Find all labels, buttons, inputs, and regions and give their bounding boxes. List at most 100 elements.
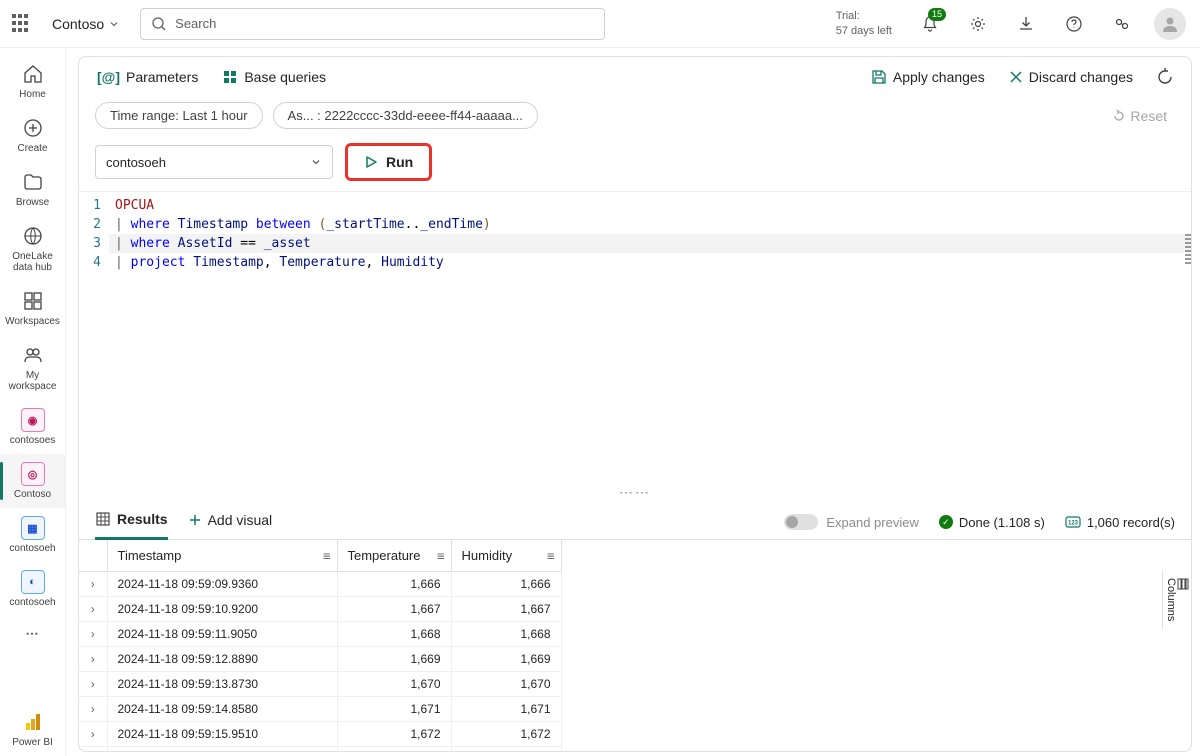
time-range-pill[interactable]: Time range: Last 1 hour xyxy=(95,102,263,129)
nav-onelake[interactable]: OneLake data hub xyxy=(0,216,65,281)
line-gutter: 1234 xyxy=(79,192,109,276)
table-row[interactable]: ›2024-11-18 09:59:10.92001,6671,667 xyxy=(79,597,561,622)
expand-row-chevron[interactable]: › xyxy=(79,622,107,647)
apply-changes-button[interactable]: Apply changes xyxy=(869,65,987,89)
nav-browse[interactable]: Browse xyxy=(0,162,65,216)
column-header[interactable]: Temperature≡ xyxy=(337,540,451,572)
close-icon xyxy=(1009,70,1023,84)
column-header[interactable]: Humidity≡ xyxy=(451,540,561,572)
table-row[interactable]: ›2024-11-18 09:59:14.85801,6711,671 xyxy=(79,697,561,722)
expand-row-chevron[interactable]: › xyxy=(79,697,107,722)
column-header[interactable]: Timestamp≡ xyxy=(107,540,337,572)
table-row[interactable]: ›2024-11-18 09:59:12.88901,6691,669 xyxy=(79,647,561,672)
table-row[interactable]: ›2024-11-18 09:59:09.93601,6661,666 xyxy=(79,572,561,597)
parameters-button[interactable]: [@] Parameters xyxy=(95,65,200,89)
feedback-icon xyxy=(1113,15,1131,33)
cell-humidity: 1,673 xyxy=(451,747,561,752)
cell-temperature: 1,666 xyxy=(337,572,451,597)
account-button[interactable] xyxy=(1152,6,1188,42)
expand-row-chevron[interactable]: › xyxy=(79,572,107,597)
query-toolbar: [@] Parameters Base queries Apply change… xyxy=(79,57,1191,98)
success-icon: ✓ xyxy=(939,515,953,529)
column-menu-icon[interactable]: ≡ xyxy=(547,548,555,563)
pane-drag-handle[interactable]: ⋯⋯ xyxy=(79,487,1191,497)
refresh-button[interactable] xyxy=(1155,67,1175,87)
expand-preview-toggle[interactable] xyxy=(784,514,818,530)
nav-powerbi[interactable]: Power BI xyxy=(0,702,65,756)
results-tab[interactable]: Results xyxy=(95,505,168,540)
query-status: ✓ Done (1.108 s) xyxy=(939,515,1045,530)
nav-more[interactable]: ⋯ xyxy=(0,616,65,652)
nav-contosoeh-2[interactable]: ◐ contosoeh xyxy=(0,562,65,616)
expand-row-chevron[interactable]: › xyxy=(79,647,107,672)
column-menu-icon[interactable]: ≡ xyxy=(437,548,445,563)
column-menu-icon[interactable]: ≡ xyxy=(323,548,331,563)
notification-badge: 15 xyxy=(928,8,946,21)
trial-info: Trial: 57 days left xyxy=(836,9,892,38)
base-queries-icon xyxy=(222,69,238,85)
download-button[interactable] xyxy=(1008,6,1044,42)
eventhouse-icon: ▦ xyxy=(21,516,45,540)
add-visual-button[interactable]: Add visual xyxy=(188,506,273,538)
nav-contosoes[interactable]: ◉ contosoes xyxy=(0,400,65,454)
home-icon xyxy=(21,62,45,86)
app-launcher-icon[interactable] xyxy=(12,14,32,34)
code-area[interactable]: OPCUA| where Timestamp between (_startTi… xyxy=(109,192,1191,276)
expand-preview-label: Expand preview xyxy=(826,515,919,530)
svg-text:123: 123 xyxy=(1068,521,1079,527)
run-button[interactable]: Run xyxy=(345,143,432,181)
browse-icon xyxy=(21,170,45,194)
left-nav: Home Create Browse OneLake data hub Work… xyxy=(0,48,66,756)
filter-pills: Time range: Last 1 hour As... : 2222cccc… xyxy=(79,98,1191,139)
expand-row-chevron[interactable]: › xyxy=(79,672,107,697)
asset-pill[interactable]: As... : 2222cccc-33dd-eeee-ff44-aaaaa... xyxy=(273,102,538,129)
records-icon: 123 xyxy=(1065,516,1081,528)
top-bar: Contoso Search Trial: 57 days left 15 xyxy=(0,0,1200,48)
query-editor[interactable]: 1234 OPCUA| where Timestamp between (_st… xyxy=(79,191,1191,276)
reset-icon xyxy=(1112,109,1126,123)
nav-create[interactable]: Create xyxy=(0,108,65,162)
kql-db-icon: ◐ xyxy=(21,570,45,594)
table-row[interactable]: ›2024-11-18 09:59:16.93501,6731,673 xyxy=(79,747,561,752)
columns-panel-toggle[interactable]: Columns xyxy=(1162,570,1191,629)
table-icon xyxy=(95,511,111,527)
expand-row-chevron[interactable]: › xyxy=(79,722,107,747)
cell-temperature: 1,667 xyxy=(337,597,451,622)
search-box[interactable]: Search xyxy=(140,8,605,40)
tenant-dropdown[interactable]: Contoso xyxy=(44,10,128,38)
feedback-button[interactable] xyxy=(1104,6,1140,42)
avatar-icon xyxy=(1154,8,1186,40)
cell-humidity: 1,670 xyxy=(451,672,561,697)
nav-contoso[interactable]: ◎ Contoso xyxy=(0,454,65,508)
main-content: [@] Parameters Base queries Apply change… xyxy=(66,48,1200,756)
columns-icon xyxy=(1177,578,1189,590)
expand-row-chevron[interactable]: › xyxy=(79,597,107,622)
settings-button[interactable] xyxy=(960,6,996,42)
resize-handle[interactable] xyxy=(1185,234,1191,264)
workspaces-icon xyxy=(21,289,45,313)
nav-my-workspace[interactable]: My workspace xyxy=(0,335,65,400)
data-source-select[interactable]: contosoeh xyxy=(95,145,333,179)
table-row[interactable]: ›2024-11-18 09:59:15.95101,6721,672 xyxy=(79,722,561,747)
base-queries-button[interactable]: Base queries xyxy=(220,65,328,89)
powerbi-icon xyxy=(21,710,45,734)
expand-row-chevron[interactable]: › xyxy=(79,747,107,752)
help-icon xyxy=(1065,15,1083,33)
nav-workspaces[interactable]: Workspaces xyxy=(0,281,65,335)
cell-temperature: 1,672 xyxy=(337,722,451,747)
help-button[interactable] xyxy=(1056,6,1092,42)
discard-changes-button[interactable]: Discard changes xyxy=(1007,65,1135,89)
table-row[interactable]: ›2024-11-18 09:59:11.90501,6681,668 xyxy=(79,622,561,647)
table-row[interactable]: ›2024-11-18 09:59:13.87301,6701,670 xyxy=(79,672,561,697)
cell-humidity: 1,666 xyxy=(451,572,561,597)
my-workspace-icon xyxy=(21,343,45,367)
cell-temperature: 1,673 xyxy=(337,747,451,752)
nav-contosoeh-1[interactable]: ▦ contosoeh xyxy=(0,508,65,562)
nav-home[interactable]: Home xyxy=(0,54,65,108)
chevron-down-icon xyxy=(108,18,120,30)
results-table: Timestamp≡Temperature≡Humidity≡ ›2024-11… xyxy=(79,540,562,751)
notifications-button[interactable]: 15 xyxy=(912,6,948,42)
reset-button[interactable]: Reset xyxy=(1112,108,1175,124)
cell-timestamp: 2024-11-18 09:59:14.8580 xyxy=(107,697,337,722)
tenant-name: Contoso xyxy=(52,16,104,32)
